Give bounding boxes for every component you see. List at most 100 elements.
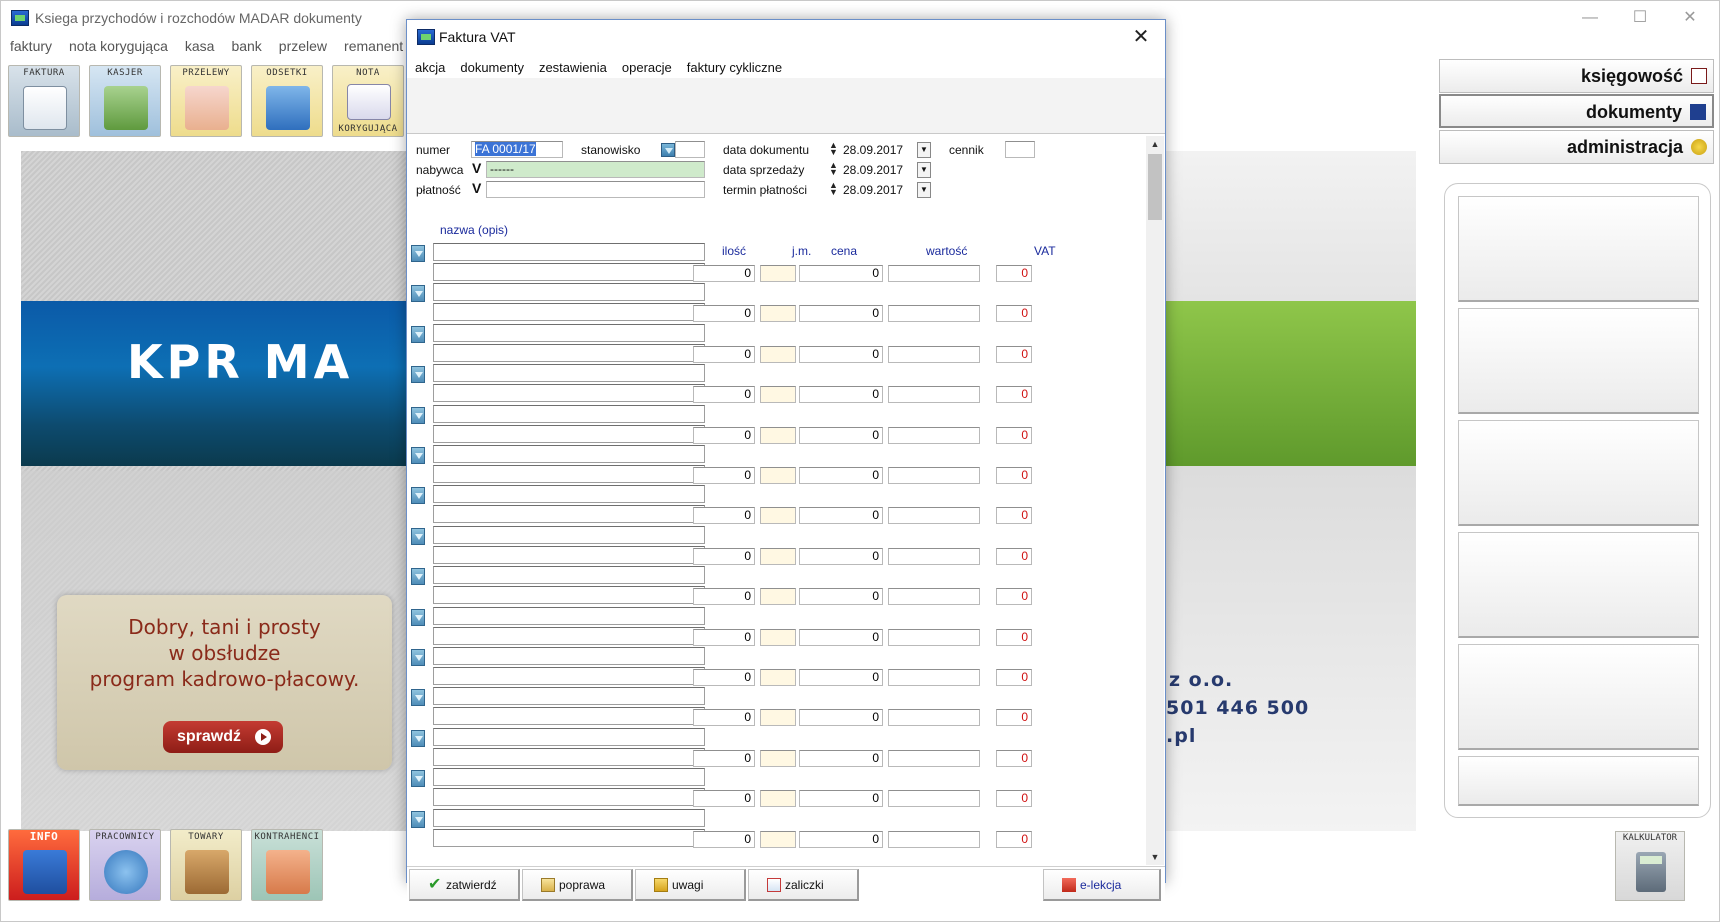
- item-name-input[interactable]: [433, 728, 705, 746]
- row-picker-icon[interactable]: [411, 689, 425, 706]
- item-desc-input[interactable]: [433, 425, 705, 443]
- right-tile-6[interactable]: [1458, 756, 1699, 806]
- dialog-menu-faktury-cykliczne[interactable]: faktury cykliczne: [679, 54, 789, 78]
- toolbar-kontrahenci-button[interactable]: KONTRAHENCI: [251, 829, 323, 901]
- item-value-input[interactable]: [888, 265, 980, 282]
- item-value-input[interactable]: [888, 548, 980, 565]
- item-vat-input[interactable]: 0: [996, 709, 1032, 726]
- item-vat-input[interactable]: 0: [996, 467, 1032, 484]
- data-sprzedazy-value[interactable]: 28.09.2017: [843, 163, 903, 177]
- stanowisko-picker-icon[interactable]: [661, 143, 675, 157]
- nav-dokumenty[interactable]: dokumenty: [1439, 94, 1714, 128]
- item-qty-input[interactable]: 0: [693, 265, 755, 282]
- menu-remanent[interactable]: remanent: [335, 35, 411, 57]
- item-desc-input[interactable]: [433, 344, 705, 362]
- dialog-close-button[interactable]: ✕: [1123, 24, 1159, 50]
- calculator-button[interactable]: KALKULATOR: [1615, 831, 1685, 901]
- item-name-input[interactable]: [433, 607, 705, 625]
- item-price-input[interactable]: 0: [799, 265, 883, 282]
- item-vat-input[interactable]: 0: [996, 831, 1032, 848]
- row-picker-icon[interactable]: [411, 568, 425, 585]
- poprawa-button[interactable]: poprawa: [522, 869, 633, 901]
- item-name-input[interactable]: [433, 768, 705, 786]
- toolbar-pracownicy-button[interactable]: PRACOWNICY: [89, 829, 161, 901]
- row-picker-icon[interactable]: [411, 811, 425, 828]
- item-desc-input[interactable]: [433, 546, 705, 564]
- cennik-input[interactable]: [1005, 141, 1035, 158]
- row-picker-icon[interactable]: [411, 770, 425, 787]
- right-tile-3[interactable]: [1458, 420, 1699, 526]
- right-tile-5[interactable]: [1458, 644, 1699, 750]
- platnosc-check-icon[interactable]: V: [472, 180, 481, 196]
- data-dokumentu-value[interactable]: 28.09.2017: [843, 143, 903, 157]
- item-value-input[interactable]: [888, 669, 980, 686]
- dialog-scrollbar[interactable]: ▲ ▼: [1146, 136, 1164, 865]
- menu-nota-korygujaca[interactable]: nota korygująca: [60, 35, 176, 57]
- termin-platnosci-value[interactable]: 28.09.2017: [843, 183, 903, 197]
- nav-administracja[interactable]: administracja: [1439, 130, 1714, 164]
- platnosc-input[interactable]: [486, 181, 705, 198]
- close-button[interactable]: ✕: [1667, 5, 1713, 31]
- item-unit-input[interactable]: [760, 588, 796, 605]
- item-price-input[interactable]: 0: [799, 790, 883, 807]
- row-picker-icon[interactable]: [411, 407, 425, 424]
- menu-bank[interactable]: bank: [222, 35, 269, 57]
- item-value-input[interactable]: [888, 427, 980, 444]
- row-picker-icon[interactable]: [411, 649, 425, 666]
- item-name-input[interactable]: [433, 283, 705, 301]
- item-name-input[interactable]: [433, 647, 705, 665]
- item-name-input[interactable]: [433, 364, 705, 382]
- item-price-input[interactable]: 0: [799, 669, 883, 686]
- item-vat-input[interactable]: 0: [996, 305, 1032, 322]
- item-name-input[interactable]: [433, 405, 705, 423]
- item-unit-input[interactable]: [760, 346, 796, 363]
- item-price-input[interactable]: 0: [799, 346, 883, 363]
- item-value-input[interactable]: [888, 386, 980, 403]
- item-value-input[interactable]: [888, 831, 980, 848]
- item-name-input[interactable]: [433, 485, 705, 503]
- scroll-down-icon[interactable]: ▼: [1146, 849, 1164, 865]
- scroll-up-icon[interactable]: ▲: [1146, 136, 1164, 152]
- item-name-input[interactable]: [433, 526, 705, 544]
- data-dokumentu-dropdown[interactable]: ▼: [917, 142, 931, 158]
- toolbar-odsetki-button[interactable]: ODSETKI: [251, 65, 323, 137]
- item-unit-input[interactable]: [760, 709, 796, 726]
- right-tile-4[interactable]: [1458, 532, 1699, 638]
- data-sprzedazy-spinner[interactable]: ▲ ▼: [829, 161, 838, 177]
- item-qty-input[interactable]: 0: [693, 346, 755, 363]
- item-price-input[interactable]: 0: [799, 386, 883, 403]
- toolbar-info-button[interactable]: INFO: [8, 829, 80, 901]
- toolbar-nota-button[interactable]: NOTA KORYGUJĄCA: [332, 65, 404, 137]
- dialog-menu-operacje[interactable]: operacje: [614, 54, 679, 78]
- item-value-input[interactable]: [888, 588, 980, 605]
- item-desc-input[interactable]: [433, 667, 705, 685]
- item-qty-input[interactable]: 0: [693, 427, 755, 444]
- item-unit-input[interactable]: [760, 629, 796, 646]
- item-price-input[interactable]: 0: [799, 427, 883, 444]
- row-picker-icon[interactable]: [411, 528, 425, 545]
- zatwierdz-button[interactable]: ✔ zatwierdź: [409, 869, 520, 901]
- menu-kasa[interactable]: kasa: [176, 35, 223, 57]
- maximize-button[interactable]: ☐: [1617, 5, 1663, 31]
- zaliczki-button[interactable]: zaliczki: [748, 869, 859, 901]
- item-name-input[interactable]: [433, 566, 705, 584]
- row-picker-icon[interactable]: [411, 285, 425, 302]
- item-unit-input[interactable]: [760, 548, 796, 565]
- item-desc-input[interactable]: [433, 505, 705, 523]
- numer-input[interactable]: FA 0001/17: [471, 141, 563, 158]
- item-qty-input[interactable]: 0: [693, 831, 755, 848]
- item-value-input[interactable]: [888, 709, 980, 726]
- item-qty-input[interactable]: 0: [693, 629, 755, 646]
- nav-ksiegowosc[interactable]: księgowość: [1439, 59, 1714, 93]
- uwagi-button[interactable]: uwagi: [635, 869, 746, 901]
- e-lekcja-button[interactable]: e-lekcja: [1043, 869, 1161, 901]
- item-desc-input[interactable]: [433, 707, 705, 725]
- item-price-input[interactable]: 0: [799, 467, 883, 484]
- item-unit-input[interactable]: [760, 427, 796, 444]
- item-qty-input[interactable]: 0: [693, 548, 755, 565]
- item-name-input[interactable]: [433, 324, 705, 342]
- item-vat-input[interactable]: 0: [996, 346, 1032, 363]
- item-desc-input[interactable]: [433, 586, 705, 604]
- right-tile-1[interactable]: [1458, 196, 1699, 302]
- item-unit-input[interactable]: [760, 669, 796, 686]
